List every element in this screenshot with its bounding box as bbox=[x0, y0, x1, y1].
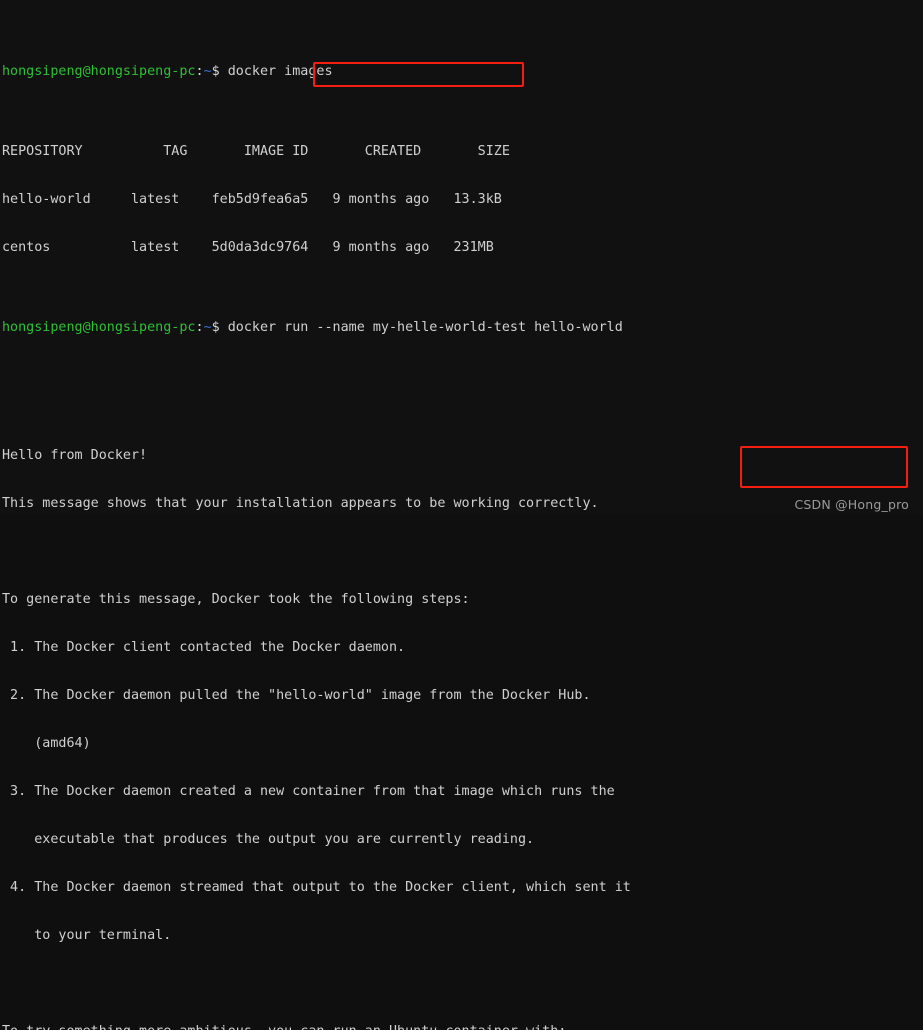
hello-step-1: 1. The Docker client contacted the Docke… bbox=[2, 640, 406, 655]
hello-step-2-arch: (amd64) bbox=[2, 736, 91, 751]
hello-line-4: To generate this message, Docker took th… bbox=[2, 592, 470, 607]
hello-step-4: 4. The Docker daemon streamed that outpu… bbox=[2, 880, 631, 895]
command-docker-run-prefix: docker run bbox=[219, 320, 317, 335]
prompt-line-docker-run: hongsipeng@hongsipeng-pc:~$ docker run -… bbox=[2, 320, 923, 336]
prompt-path: ~ bbox=[203, 320, 212, 335]
csdn-watermark: CSDN @Hong_pro bbox=[794, 497, 909, 512]
prompt-userhost: hongsipeng@hongsipeng-pc bbox=[2, 320, 196, 335]
images-table-header: REPOSITORY TAG IMAGE ID CREATED SIZE bbox=[2, 144, 510, 159]
highlighted-name-flag: --name my-helle-world-test bbox=[316, 320, 527, 335]
hello-ambitious: To try something more ambitious, you can… bbox=[2, 1024, 923, 1030]
prompt-colon: : bbox=[195, 320, 204, 335]
hello-line-1: Hello from Docker! bbox=[2, 448, 148, 463]
terminal-window[interactable]: hongsipeng@hongsipeng-pc:~$ docker image… bbox=[0, 0, 923, 1030]
prompt-sigil: $ bbox=[211, 320, 220, 335]
table-row: hello-world latest feb5d9fea6a5 9 months… bbox=[2, 192, 502, 207]
hello-line-2: This message shows that your installatio… bbox=[2, 496, 599, 511]
table-row: centos latest 5d0da3dc9764 9 months ago … bbox=[2, 240, 494, 255]
command-docker-images: docker images bbox=[219, 64, 333, 79]
hello-step-3: 3. The Docker daemon created a new conta… bbox=[2, 784, 615, 799]
hello-step-2: 2. The Docker daemon pulled the "hello-w… bbox=[2, 688, 591, 703]
hello-step-4-cont: to your terminal. bbox=[2, 928, 172, 943]
prompt-line-docker-images: hongsipeng@hongsipeng-pc:~$ docker image… bbox=[2, 64, 923, 80]
hello-step-3-cont: executable that produces the output you … bbox=[2, 832, 535, 847]
prompt-sigil: $ bbox=[211, 64, 220, 79]
terminal-screen[interactable]: hongsipeng@hongsipeng-pc:~$ docker image… bbox=[2, 0, 923, 1030]
prompt-path: ~ bbox=[203, 64, 212, 79]
command-docker-run-image: hello-world bbox=[526, 320, 623, 335]
prompt-colon: : bbox=[195, 64, 204, 79]
prompt-userhost: hongsipeng@hongsipeng-pc bbox=[2, 64, 196, 79]
